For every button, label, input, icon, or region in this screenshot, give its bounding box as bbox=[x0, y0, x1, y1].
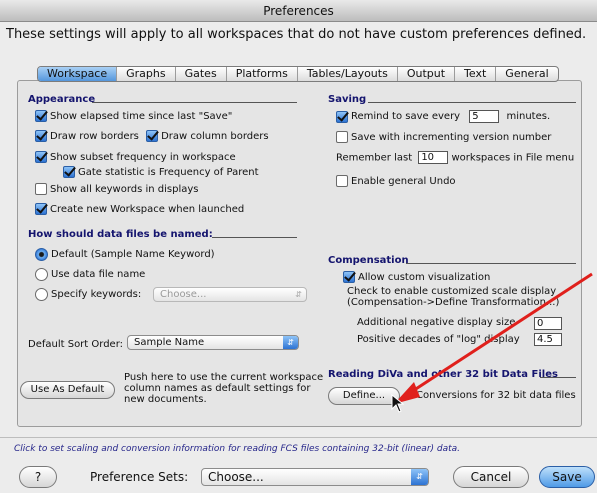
custom-visualization-checkbox[interactable] bbox=[343, 271, 355, 283]
remind-to-save-label: Remind to save every bbox=[351, 111, 461, 122]
show-all-keywords-checkbox[interactable] bbox=[35, 183, 47, 195]
remind-unit-label: minutes. bbox=[506, 111, 551, 122]
naming-heading: How should data files be named: bbox=[28, 229, 213, 240]
draw-column-borders-checkbox[interactable] bbox=[146, 130, 159, 142]
keywords-popup-value: Choose... bbox=[160, 289, 207, 300]
draw-row-borders-label: Draw row borders bbox=[50, 130, 139, 142]
use-default-help-line: column names as default settings for bbox=[124, 383, 311, 394]
remind-minutes-field[interactable]: 5 bbox=[469, 110, 500, 123]
draw-column-borders-label: Draw column borders bbox=[161, 130, 269, 142]
remember-row: Remember last 10 workspaces in File menu bbox=[336, 151, 574, 164]
use-as-default-button[interactable]: Use As Default bbox=[20, 381, 115, 399]
subset-frequency-row: Show subset frequency in workspace bbox=[35, 151, 236, 163]
general-undo-label: Enable general Undo bbox=[351, 175, 456, 187]
tab-workspace[interactable]: Workspace bbox=[38, 67, 118, 81]
naming-default-radio[interactable] bbox=[35, 248, 48, 261]
show-elapsed-checkbox[interactable] bbox=[35, 110, 47, 122]
keywords-popup[interactable]: Choose... ⇵ bbox=[153, 287, 307, 302]
compensation-rule bbox=[406, 263, 576, 264]
tab-tables-layouts[interactable]: Tables/Layouts bbox=[298, 67, 398, 81]
appearance-rule bbox=[92, 102, 297, 103]
intro-text: These settings will apply to all workspa… bbox=[6, 27, 587, 42]
status-text: Click to set scaling and conversion info… bbox=[14, 444, 461, 454]
annotation-arrow bbox=[394, 272, 593, 404]
tab-text[interactable]: Text bbox=[455, 67, 497, 81]
tab-platforms[interactable]: Platforms bbox=[227, 67, 298, 81]
cancel-button[interactable]: Cancel bbox=[453, 466, 529, 488]
naming-keywords-label: Specify keywords: bbox=[51, 289, 142, 300]
sort-order-label: Default Sort Order: bbox=[28, 339, 124, 350]
show-all-keywords-label: Show all keywords in displays bbox=[50, 183, 199, 195]
popup-arrows-icon: ⇵ bbox=[411, 469, 428, 485]
naming-keywords-row: Specify keywords: bbox=[35, 288, 141, 301]
preference-sets-value: Choose... bbox=[208, 470, 264, 484]
remember-suffix-label: workspaces in File menu bbox=[451, 152, 575, 164]
footer-separator bbox=[0, 437, 597, 438]
show-elapsed-row: Show elapsed time since last "Save" bbox=[35, 110, 232, 122]
use-default-help: Push here to use the current workspace c… bbox=[124, 372, 329, 405]
sort-order-popup[interactable]: Sample Name ⇵ bbox=[127, 335, 299, 350]
popup-arrows-icon: ⇵ bbox=[295, 290, 302, 299]
gate-statistic-row: Gate statistic is Frequency of Parent bbox=[63, 166, 259, 178]
use-default-help-line: new documents. bbox=[124, 394, 207, 405]
show-all-keywords-row: Show all keywords in displays bbox=[35, 183, 199, 195]
mouse-cursor-icon bbox=[391, 394, 405, 413]
borders-row: Draw row borders Draw column borders bbox=[35, 130, 269, 142]
show-subset-frequency-checkbox[interactable] bbox=[35, 151, 47, 163]
naming-filename-row: Use data file name bbox=[35, 268, 145, 281]
remember-prefix-label: Remember last bbox=[336, 152, 413, 164]
preference-sets-label: Preference Sets: bbox=[90, 470, 189, 484]
incrementing-version-label: Save with incrementing version number bbox=[351, 131, 552, 143]
incrementing-row: Save with incrementing version number bbox=[336, 131, 551, 143]
naming-rule bbox=[212, 237, 297, 238]
compensation-heading: Compensation bbox=[328, 255, 409, 266]
general-undo-checkbox[interactable] bbox=[336, 175, 348, 187]
window-titlebar: Preferences bbox=[0, 0, 597, 22]
create-new-workspace-checkbox[interactable] bbox=[35, 203, 47, 215]
sort-order-value: Sample Name bbox=[134, 337, 205, 348]
appearance-heading: Appearance bbox=[28, 94, 96, 105]
naming-default-label: Default (Sample Name Keyword) bbox=[51, 249, 215, 260]
show-subset-frequency-label: Show subset frequency in workspace bbox=[50, 151, 236, 163]
create-workspace-row: Create new Workspace when launched bbox=[35, 203, 244, 215]
remind-row: Remind to save every 5 minutes. bbox=[336, 110, 550, 123]
saving-heading: Saving bbox=[328, 94, 367, 105]
saving-rule bbox=[368, 102, 576, 103]
gate-statistic-checkbox[interactable] bbox=[63, 166, 75, 178]
tab-bar: Workspace Graphs Gates Platforms Tables/… bbox=[37, 66, 559, 82]
naming-keywords-radio[interactable] bbox=[35, 288, 48, 301]
tab-general[interactable]: General bbox=[496, 67, 557, 81]
create-new-workspace-label: Create new Workspace when launched bbox=[50, 203, 245, 215]
tab-graphs[interactable]: Graphs bbox=[117, 67, 176, 81]
incrementing-version-checkbox[interactable] bbox=[336, 131, 348, 143]
general-undo-row: Enable general Undo bbox=[336, 175, 456, 187]
use-default-help-line: Push here to use the current workspace bbox=[124, 372, 324, 383]
save-button[interactable]: Save bbox=[539, 466, 595, 488]
remind-to-save-checkbox[interactable] bbox=[336, 110, 348, 123]
help-button[interactable]: ? bbox=[19, 466, 57, 488]
window-title: Preferences bbox=[263, 4, 334, 18]
naming-filename-radio[interactable] bbox=[35, 268, 48, 281]
naming-default-row: Default (Sample Name Keyword) bbox=[35, 248, 215, 261]
gate-statistic-label: Gate statistic is Frequency of Parent bbox=[78, 166, 259, 178]
naming-filename-label: Use data file name bbox=[51, 269, 146, 280]
remember-count-field[interactable]: 10 bbox=[418, 151, 449, 164]
show-elapsed-label: Show elapsed time since last "Save" bbox=[50, 110, 233, 122]
popup-arrows-icon: ⇵ bbox=[283, 336, 298, 349]
tab-gates[interactable]: Gates bbox=[176, 67, 227, 81]
tab-output[interactable]: Output bbox=[398, 67, 456, 81]
draw-row-borders-checkbox[interactable] bbox=[35, 130, 47, 142]
preference-sets-popup[interactable]: Choose... ⇵ bbox=[201, 468, 429, 486]
